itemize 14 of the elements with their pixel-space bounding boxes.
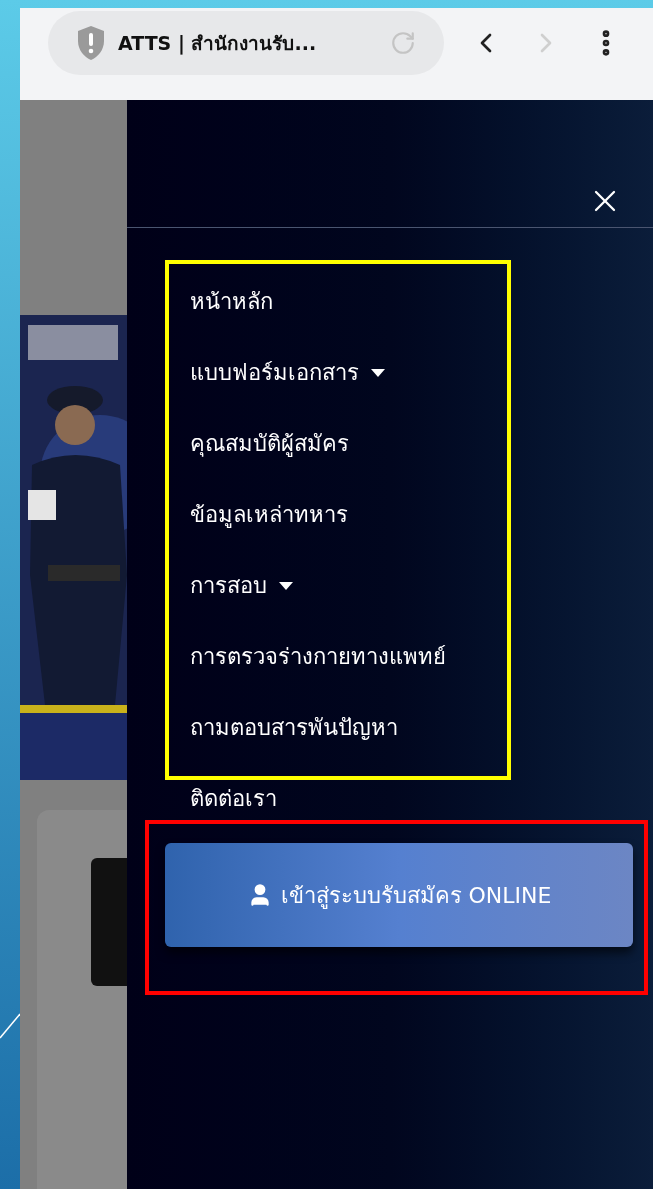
menu-item[interactable]: ถามตอบสารพันปัญหา — [190, 711, 398, 744]
menu-item[interactable]: หน้าหลัก — [190, 285, 273, 318]
menu-item[interactable]: การสอบ — [190, 569, 293, 602]
menu-item[interactable]: คุณสมบัติผู้สมัคร — [190, 427, 349, 460]
menu-item[interactable]: แบบฟอร์มเอกสาร — [190, 356, 385, 389]
shield-warning-icon — [76, 25, 106, 61]
caret-icon — [371, 368, 385, 377]
login-button[interactable]: เข้าสู่ระบบรับสมัคร ONLINE — [165, 843, 633, 947]
page-title: ATTS | สำนักงานรับ... — [118, 30, 317, 57]
menu-item[interactable]: การตรวจร่างกายทางแพทย์ — [190, 640, 446, 673]
menu-item[interactable]: ติดต่อเรา — [190, 781, 277, 815]
caret-icon — [279, 581, 293, 590]
menu-item[interactable]: ข้อมูลเหล่าทหาร — [190, 498, 348, 531]
address-bar[interactable]: ATTS | สำนักงานรับ... — [48, 11, 444, 75]
